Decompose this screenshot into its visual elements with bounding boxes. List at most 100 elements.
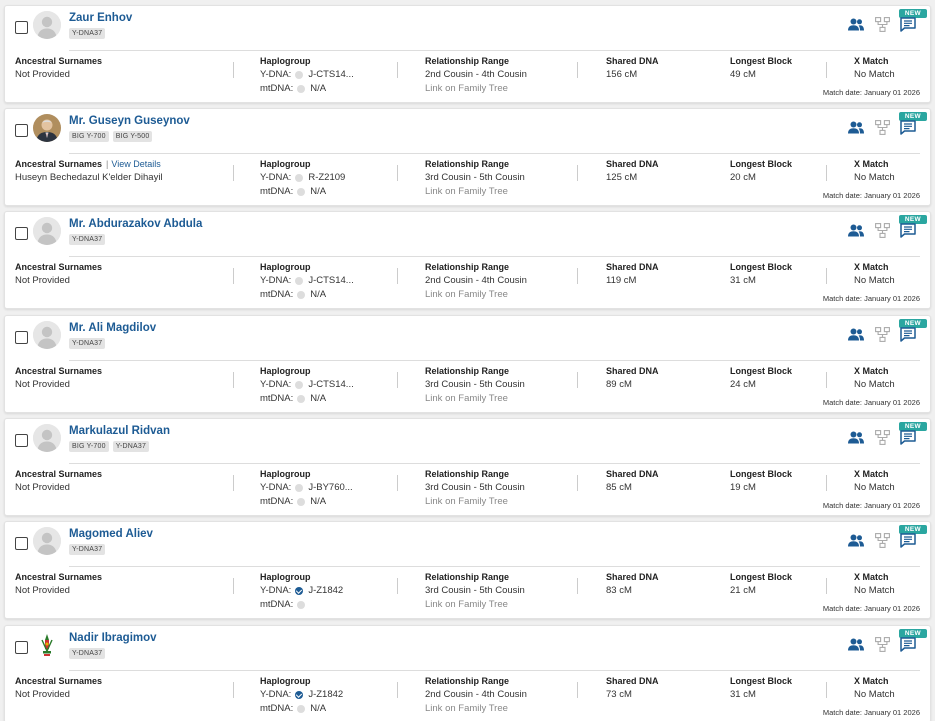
select-checkbox[interactable] bbox=[15, 537, 28, 550]
ancestral-surnames-value: Not Provided bbox=[15, 379, 70, 390]
match-name[interactable]: Zaur Enhov bbox=[69, 12, 132, 24]
link-family-tree[interactable]: Link on Family Tree bbox=[425, 288, 527, 302]
ancestral-surnames-value: Not Provided bbox=[15, 585, 70, 596]
test-badge: BIG Y-700 bbox=[69, 441, 109, 452]
ancestral-surnames-column: Ancestral Surnames Not Provided bbox=[15, 674, 102, 702]
match-date-value: January 01 2026 bbox=[864, 398, 920, 407]
match-name[interactable]: Markulazul Ridvan bbox=[69, 425, 170, 437]
card-divider bbox=[69, 670, 920, 671]
haplogroup-column: Haplogroup Y-DNA: J-CTS14... mtDNA: N/A bbox=[260, 260, 354, 302]
family-tree-icon[interactable] bbox=[875, 17, 890, 32]
column-separator bbox=[577, 372, 578, 388]
relationship-label: Relationship Range bbox=[425, 676, 510, 686]
link-family-tree[interactable]: Link on Family Tree bbox=[425, 495, 525, 509]
match-date-value: January 01 2026 bbox=[864, 88, 920, 97]
family-tree-icon[interactable] bbox=[875, 430, 890, 445]
match-name[interactable]: Mr. Abdurazakov Abdula bbox=[69, 218, 202, 230]
test-badge: Y-DNA37 bbox=[69, 544, 106, 555]
people-icon[interactable] bbox=[848, 328, 864, 341]
family-tree-icon[interactable] bbox=[875, 533, 890, 548]
match-name[interactable]: Nadir Ibragimov bbox=[69, 632, 157, 644]
message-icon[interactable] bbox=[900, 637, 916, 652]
family-tree-icon[interactable] bbox=[875, 327, 890, 342]
link-family-tree[interactable]: Link on Family Tree bbox=[425, 185, 525, 199]
select-checkbox[interactable] bbox=[15, 434, 28, 447]
link-family-tree[interactable]: Link on Family Tree bbox=[425, 702, 527, 716]
column-separator bbox=[397, 268, 398, 284]
message-icon[interactable] bbox=[900, 223, 916, 238]
longest-block-value: 31 cM bbox=[730, 689, 756, 700]
match-list: Zaur Enhov Y-DNA37 NEW Ancestral Surname… bbox=[0, 0, 935, 721]
ancestral-surnames-value: Not Provided bbox=[15, 482, 70, 493]
avatar-silhouette-icon bbox=[33, 527, 61, 555]
column-separator bbox=[577, 62, 578, 78]
test-badges: Y-DNA37 bbox=[69, 234, 106, 245]
longest-block-value: 21 cM bbox=[730, 585, 756, 596]
link-family-tree[interactable]: Link on Family Tree bbox=[425, 392, 525, 406]
card-divider bbox=[69, 50, 920, 51]
relationship-value: 3rd Cousin - 5th Cousin bbox=[425, 172, 525, 183]
people-icon[interactable] bbox=[848, 431, 864, 444]
view-details-link[interactable]: View Details bbox=[111, 159, 160, 169]
avatar-emblem-icon bbox=[33, 631, 61, 659]
select-checkbox[interactable] bbox=[15, 227, 28, 240]
match-date: Match date: January 01 2026 bbox=[823, 604, 920, 613]
relationship-column: Relationship Range 3rd Cousin - 5th Cous… bbox=[425, 570, 525, 612]
ydna-verified-icon bbox=[295, 691, 304, 699]
test-badges: Y-DNA37 bbox=[69, 338, 106, 349]
select-checkbox[interactable] bbox=[15, 124, 28, 137]
test-badge: Y-DNA37 bbox=[69, 338, 106, 349]
people-icon[interactable] bbox=[848, 224, 864, 237]
message-icon[interactable] bbox=[900, 430, 916, 445]
x-match-label: X Match bbox=[854, 676, 889, 686]
column-separator bbox=[233, 268, 234, 284]
longest-block-value: 31 cM bbox=[730, 275, 756, 286]
relationship-column: Relationship Range 3rd Cousin - 5th Cous… bbox=[425, 364, 525, 406]
message-icon[interactable] bbox=[900, 17, 916, 32]
card-divider bbox=[69, 153, 920, 154]
match-name[interactable]: Mr. Guseyn Guseynov bbox=[69, 115, 190, 127]
test-badges: Y-DNA37 bbox=[69, 544, 106, 555]
link-family-tree[interactable]: Link on Family Tree bbox=[425, 82, 527, 96]
family-tree-icon[interactable] bbox=[875, 637, 890, 652]
relationship-label: Relationship Range bbox=[425, 469, 510, 479]
ydna-label: Y-DNA: bbox=[260, 275, 292, 286]
card-divider bbox=[69, 360, 920, 361]
haplogroup-label: Haplogroup bbox=[260, 262, 311, 272]
people-icon[interactable] bbox=[848, 534, 864, 547]
haplogroup-label: Haplogroup bbox=[260, 159, 311, 169]
match-date-label: Match date: bbox=[822, 191, 865, 200]
link-family-tree[interactable]: Link on Family Tree bbox=[425, 598, 525, 612]
message-icon[interactable] bbox=[900, 533, 916, 548]
ancestral-surnames-column: Ancestral Surnames Not Provided bbox=[15, 364, 102, 392]
family-tree-icon[interactable] bbox=[875, 223, 890, 238]
people-icon[interactable] bbox=[848, 121, 864, 134]
match-card: Mr. Guseyn Guseynov BIG Y-700 BIG Y-500 N… bbox=[4, 108, 931, 206]
mtdna-status-icon bbox=[297, 395, 306, 403]
column-separator bbox=[233, 372, 234, 388]
ydna-value: R-Z2109 bbox=[308, 172, 346, 183]
select-checkbox[interactable] bbox=[15, 21, 28, 34]
shared-dna-column: Shared DNA 83 cM bbox=[606, 570, 659, 598]
relationship-value: 3rd Cousin - 5th Cousin bbox=[425, 379, 525, 390]
match-name[interactable]: Magomed Aliev bbox=[69, 528, 153, 540]
relationship-value: 2nd Cousin - 4th Cousin bbox=[425, 69, 527, 80]
ydna-status-icon bbox=[295, 277, 304, 285]
people-icon[interactable] bbox=[848, 638, 864, 651]
select-checkbox[interactable] bbox=[15, 641, 28, 654]
message-icon[interactable] bbox=[900, 120, 916, 135]
select-checkbox[interactable] bbox=[15, 331, 28, 344]
ydna-status-icon bbox=[295, 174, 304, 182]
message-icon[interactable] bbox=[900, 327, 916, 342]
column-separator bbox=[397, 62, 398, 78]
card-divider bbox=[69, 463, 920, 464]
avatar-silhouette-icon bbox=[33, 217, 61, 245]
mtdna-status-icon bbox=[297, 601, 306, 609]
ancestral-surnames-column: Ancestral Surnames Not Provided bbox=[15, 467, 102, 495]
people-icon[interactable] bbox=[848, 18, 864, 31]
family-tree-icon[interactable] bbox=[875, 120, 890, 135]
match-name[interactable]: Mr. Ali Magdilov bbox=[69, 322, 156, 334]
column-separator bbox=[826, 578, 827, 594]
shared-dna-label: Shared DNA bbox=[606, 262, 659, 272]
haplogroup-label: Haplogroup bbox=[260, 469, 311, 479]
